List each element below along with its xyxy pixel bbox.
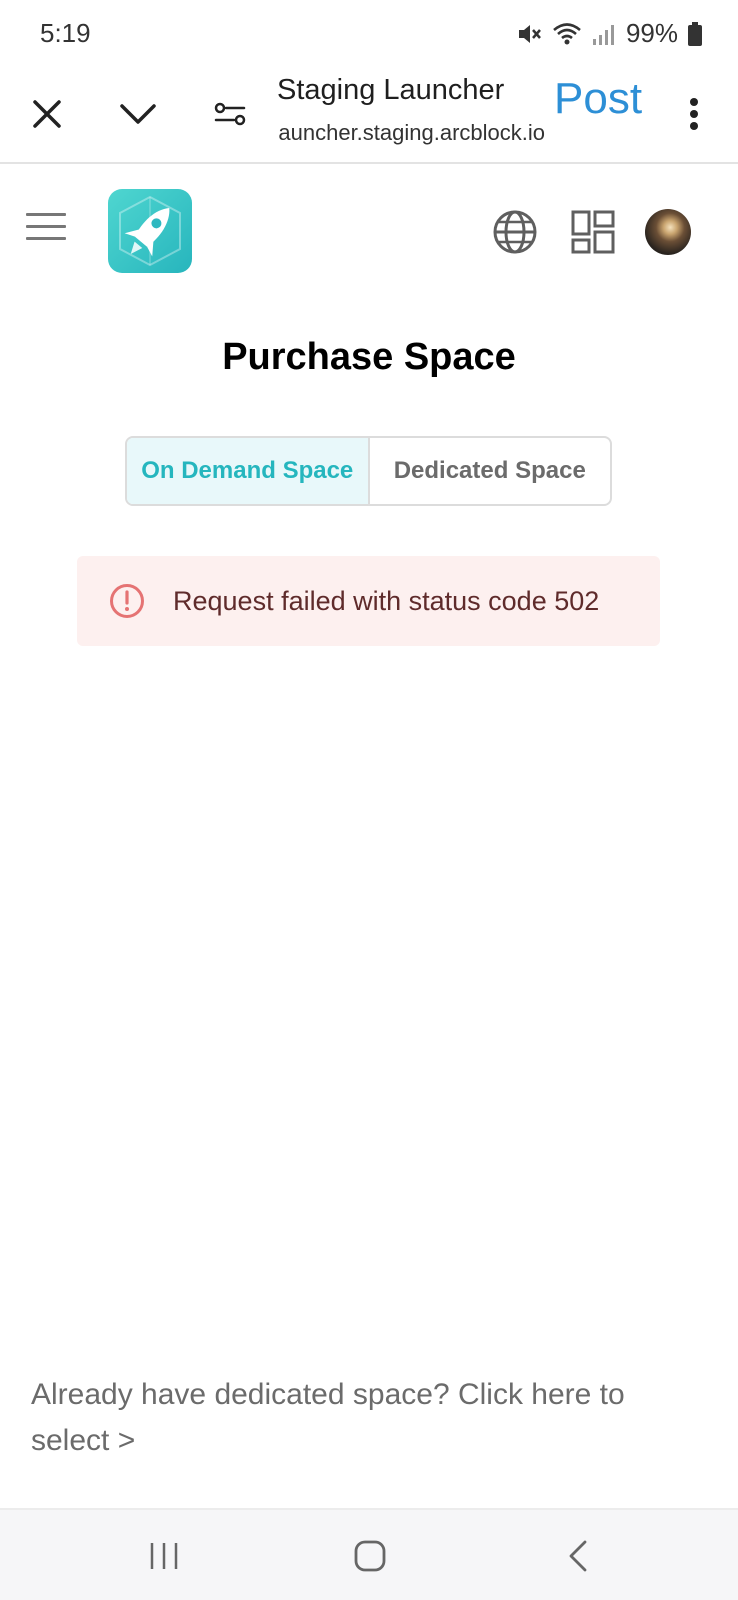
status-bar: 5:19 99% <box>0 0 738 66</box>
error-message: Request failed with status code 502 <box>173 585 600 616</box>
space-type-tabs: On Demand Space Dedicated Space <box>125 436 612 506</box>
browser-toolbar: Staging Launcher launcher.staging.arcblo… <box>0 66 738 164</box>
error-alert: Request failed with status code 502 <box>77 556 660 646</box>
site-settings-icon[interactable] <box>200 84 260 144</box>
page-title: Purchase Space <box>222 336 516 378</box>
status-time: 5:19 <box>40 18 91 48</box>
status-icons: 99% <box>516 18 702 49</box>
back-icon[interactable] <box>548 1528 608 1584</box>
url-text[interactable]: launcher.staging.arcblock.io <box>277 120 545 146</box>
avatar[interactable] <box>645 209 691 255</box>
tab-on-demand-space[interactable]: On Demand Space <box>127 438 370 504</box>
apps-grid-icon[interactable] <box>570 209 616 255</box>
recent-apps-icon[interactable] <box>134 1528 194 1584</box>
url-value: launcher.staging.arcblock.io <box>277 120 545 145</box>
chevron-down-icon[interactable] <box>108 84 168 144</box>
menu-icon[interactable] <box>26 213 66 245</box>
post-button[interactable]: Post <box>554 74 642 124</box>
globe-icon[interactable] <box>492 209 538 255</box>
signal-icon <box>592 21 616 47</box>
page-tab-title: Staging Launcher <box>277 74 505 106</box>
battery-level: 99% <box>625 18 678 48</box>
select-dedicated-space-link[interactable]: Already have dedicated space? Click here… <box>31 1372 711 1464</box>
home-icon[interactable] <box>340 1528 400 1584</box>
mute-icon <box>516 21 542 47</box>
wifi-icon <box>552 21 582 47</box>
close-icon[interactable] <box>17 84 77 144</box>
battery-icon <box>688 21 702 46</box>
screen: 5:19 99% Staging Launcher launcher.stagi… <box>0 0 738 1600</box>
tab-dedicated-space[interactable]: Dedicated Space <box>370 438 611 504</box>
app-header <box>0 163 738 303</box>
more-vert-icon[interactable] <box>664 84 724 144</box>
system-nav-bar <box>0 1508 738 1600</box>
error-icon <box>110 584 144 618</box>
app-logo-rocket[interactable] <box>108 189 192 273</box>
